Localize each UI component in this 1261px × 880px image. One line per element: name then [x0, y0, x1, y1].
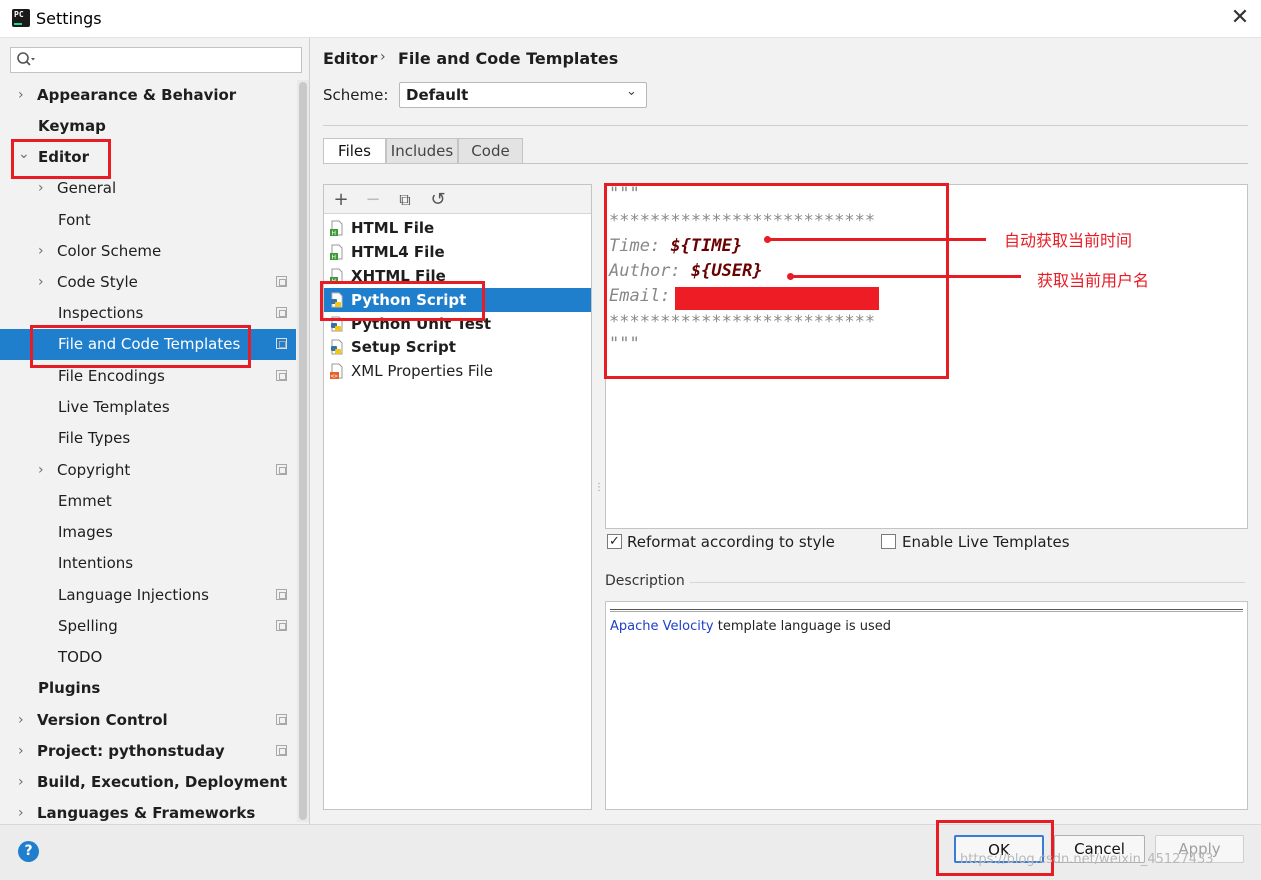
watermark-text: https://blog.csdn.net/weixin_45127433 [960, 852, 1214, 867]
window-title: Settings [36, 9, 102, 28]
sidebar-item-spelling[interactable]: Spelling [0, 611, 296, 642]
annotation-box-python-script [320, 281, 485, 321]
annotation-text-user: 获取当前用户名 [1037, 271, 1150, 290]
sidebar-item-todo[interactable]: TODO [0, 642, 296, 673]
reformat-checkbox[interactable]: ✓ [607, 534, 622, 549]
enable-live-templates-checkbox[interactable] [881, 534, 896, 549]
copy-template-icon[interactable]: ⧉ [395, 190, 415, 210]
header-divider [323, 125, 1248, 126]
sidebar-scrollbar-thumb[interactable] [299, 82, 307, 820]
description-divider [690, 582, 1245, 583]
reset-template-icon[interactable]: ↺ [428, 190, 448, 210]
chevron-right-icon[interactable]: › [38, 455, 44, 486]
project-settings-icon [276, 620, 287, 631]
python-file-icon [331, 339, 343, 355]
svg-text:<>: <> [331, 373, 339, 379]
tab-includes[interactable]: Includes [386, 138, 458, 164]
project-settings-icon [276, 338, 287, 349]
sidebar-item-copyright[interactable]: › Copyright [0, 455, 296, 486]
chevron-right-icon[interactable]: › [18, 80, 24, 111]
breadcrumb-separator: › [380, 49, 386, 65]
description-rule [610, 609, 1243, 612]
sidebar-item-keymap[interactable]: Keymap [0, 111, 296, 142]
project-settings-icon [276, 276, 287, 287]
sidebar-item-build-execution-deployment[interactable]: › Build, Execution, Deployment [0, 767, 296, 798]
project-settings-icon [276, 307, 287, 318]
sidebar-item-font[interactable]: Font [0, 205, 296, 236]
list-item-html-file[interactable]: H HTML File [324, 216, 591, 240]
html-file-icon: H [330, 220, 343, 236]
project-settings-icon [276, 714, 287, 725]
list-item-xml-properties-file[interactable]: <> XML Properties File [324, 359, 591, 383]
project-settings-icon [276, 745, 287, 756]
sidebar-item-live-templates[interactable]: Live Templates [0, 392, 296, 423]
sidebar-item-appearance-behavior[interactable]: › Appearance & Behavior [0, 80, 296, 111]
chevron-right-icon[interactable]: › [18, 736, 24, 767]
scheme-selected-value[interactable]: Default [406, 86, 468, 104]
sidebar-item-plugins[interactable]: Plugins [0, 673, 296, 704]
sidebar-item-emmet[interactable]: Emmet [0, 486, 296, 517]
annotation-line-time [768, 238, 986, 241]
sidebar-item-file-types[interactable]: File Types [0, 423, 296, 454]
breadcrumb-editor[interactable]: Editor [323, 49, 377, 68]
tabs-divider [323, 163, 1248, 164]
annotation-text-time: 自动获取当前时间 [1004, 231, 1133, 250]
reformat-label[interactable]: Reformat according to style [627, 533, 835, 551]
sidebar-item-intentions[interactable]: Intentions [0, 548, 296, 579]
close-window-button[interactable]: ✕ [1226, 4, 1254, 32]
page-title: File and Code Templates [398, 49, 619, 68]
sidebar-item-language-injections[interactable]: Language Injections [0, 580, 296, 611]
annotation-line-user [791, 275, 1021, 278]
svg-text:H: H [332, 230, 337, 236]
scheme-label: Scheme: [323, 86, 389, 104]
chevron-right-icon[interactable]: › [38, 267, 44, 298]
sidebar-item-languages-frameworks[interactable]: › Languages & Frameworks [0, 798, 296, 824]
help-icon[interactable]: ? [18, 841, 39, 862]
chevron-down-icon[interactable]: ⌄ [626, 84, 637, 99]
list-item-html4-file[interactable]: H HTML4 File [324, 240, 591, 264]
description-text: Apache Velocity template language is use… [610, 619, 892, 634]
title-bar [0, 0, 1261, 38]
splitter-handle[interactable]: ⋮ [594, 483, 604, 505]
project-settings-icon [276, 464, 287, 475]
description-label: Description [605, 573, 685, 589]
settings-search-input[interactable] [10, 47, 302, 73]
html-file-icon: H [330, 244, 343, 260]
annotation-box-file-and-code-templates [30, 325, 251, 368]
sidebar-item-code-style[interactable]: › Code Style [0, 267, 296, 298]
remove-template-icon[interactable]: − [363, 190, 383, 210]
project-settings-icon [276, 370, 287, 381]
project-settings-icon [276, 589, 287, 600]
pycharm-app-icon: PC [12, 9, 30, 27]
enable-live-templates-label[interactable]: Enable Live Templates [902, 533, 1070, 551]
svg-text:H: H [332, 254, 337, 260]
sidebar-item-images[interactable]: Images [0, 517, 296, 548]
annotation-box-ok [936, 820, 1054, 876]
sidebar-item-color-scheme[interactable]: › Color Scheme [0, 236, 296, 267]
apache-velocity-link[interactable]: Apache Velocity [610, 619, 714, 634]
sidebar-item-version-control[interactable]: › Version Control [0, 705, 296, 736]
xml-file-icon: <> [330, 363, 343, 379]
sidebar-item-project[interactable]: › Project: pythonstuday [0, 736, 296, 767]
tab-files[interactable]: Files [323, 138, 386, 164]
search-icon[interactable] [16, 51, 36, 69]
chevron-right-icon[interactable]: › [38, 236, 44, 267]
list-item-setup-script[interactable]: Setup Script [324, 335, 591, 359]
add-template-icon[interactable]: + [331, 190, 351, 210]
annotation-box-code [604, 183, 949, 379]
chevron-right-icon[interactable]: › [18, 767, 24, 798]
annotation-box-editor [11, 139, 111, 179]
chevron-right-icon[interactable]: › [18, 705, 24, 736]
tab-code[interactable]: Code [458, 138, 523, 164]
